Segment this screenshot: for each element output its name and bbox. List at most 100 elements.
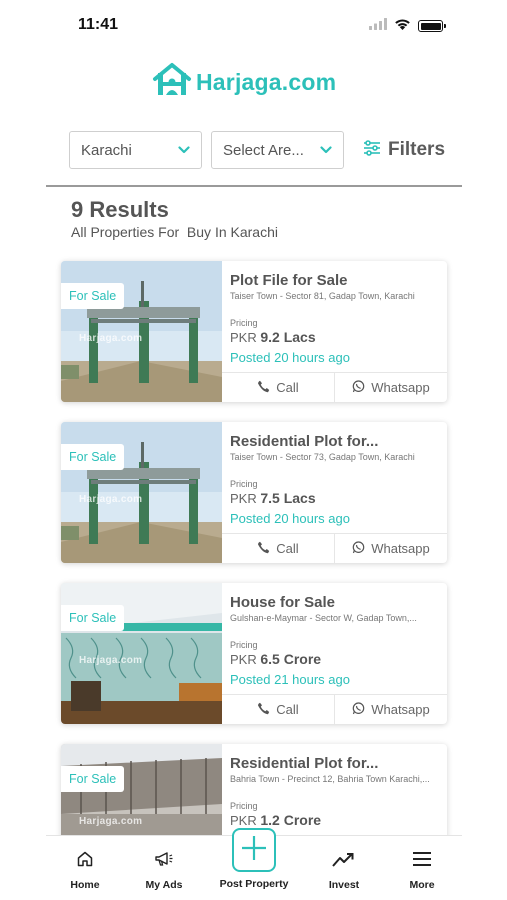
city-select[interactable]: Karachi bbox=[69, 131, 202, 169]
posted-time: Posted 20 hours ago bbox=[230, 511, 350, 526]
area-select[interactable]: Select Are... bbox=[211, 131, 344, 169]
phone-icon bbox=[257, 702, 270, 718]
listing-price: PKR 6.5 Crore bbox=[230, 651, 321, 667]
chevron-down-icon bbox=[320, 141, 332, 159]
trending-up-icon bbox=[332, 850, 356, 873]
for-sale-badge: For Sale bbox=[61, 766, 125, 792]
phone-icon bbox=[257, 541, 270, 557]
listing-image: For Sale Harjaga.com bbox=[61, 261, 222, 402]
call-button[interactable]: Call bbox=[222, 534, 334, 563]
price-currency: PKR bbox=[230, 330, 257, 345]
pricing-label: Pricing bbox=[230, 640, 258, 650]
listing-title: Residential Plot for... bbox=[230, 433, 379, 450]
tab-more[interactable]: More bbox=[387, 850, 457, 891]
house-logo-icon bbox=[152, 62, 192, 103]
whatsapp-button[interactable]: Whatsapp bbox=[334, 695, 447, 724]
call-button[interactable]: Call bbox=[222, 695, 334, 724]
logo-text: Harjaga.com bbox=[196, 69, 337, 95]
listing-location: Bahria Town - Precinct 12, Bahria Town K… bbox=[230, 774, 430, 784]
tab-invest-label: Invest bbox=[328, 879, 360, 891]
listing-location: Taiser Town - Sector 81, Gadap Town, Kar… bbox=[230, 291, 415, 301]
whatsapp-button[interactable]: Whatsapp bbox=[334, 373, 447, 402]
call-label: Call bbox=[276, 702, 299, 717]
pricing-label: Pricing bbox=[230, 479, 258, 489]
tab-more-label: More bbox=[409, 879, 435, 891]
chevron-down-icon bbox=[178, 141, 190, 159]
results-subtitle: All Properties For Buy In Karachi bbox=[71, 224, 278, 240]
image-watermark: Harjaga.com bbox=[79, 333, 143, 344]
wifi-icon bbox=[394, 17, 411, 35]
whatsapp-label: Whatsapp bbox=[371, 702, 430, 717]
status-time: 11:41 bbox=[78, 16, 119, 33]
listing-price: PKR 1.2 Crore bbox=[230, 812, 321, 828]
call-button[interactable]: Call bbox=[222, 373, 334, 402]
listing-card[interactable]: For Sale Harjaga.com Residential Plot fo… bbox=[61, 422, 447, 563]
status-icons bbox=[369, 17, 446, 35]
listing-actions: Call Whatsapp bbox=[222, 533, 447, 563]
pricing-label: Pricing bbox=[230, 801, 258, 811]
listing-actions: Call Whatsapp bbox=[222, 694, 447, 724]
filters-button[interactable]: Filters bbox=[363, 139, 445, 161]
tab-my-ads-label: My Ads bbox=[145, 879, 183, 891]
status-bar: 11:41 bbox=[0, 0, 507, 50]
home-icon bbox=[76, 850, 94, 873]
listing-card[interactable]: For Sale Harjaga.com Plot File for Sale … bbox=[61, 261, 447, 402]
megaphone-icon bbox=[154, 850, 174, 873]
battery-icon bbox=[418, 20, 446, 32]
whatsapp-icon bbox=[352, 379, 365, 396]
menu-icon bbox=[412, 850, 432, 873]
image-watermark: Harjaga.com bbox=[79, 494, 143, 505]
listing-image: For Sale Harjaga.com bbox=[61, 583, 222, 724]
listing-card[interactable]: For Sale Harjaga.com House for Sale Guls… bbox=[61, 583, 447, 724]
listing-title: Residential Plot for... bbox=[230, 755, 379, 772]
city-select-value: Karachi bbox=[81, 141, 132, 159]
price-amount: 1.2 Crore bbox=[260, 812, 322, 828]
price-currency: PKR bbox=[230, 491, 257, 506]
tab-home[interactable]: Home bbox=[50, 850, 120, 891]
listing-image: For Sale Harjaga.com bbox=[61, 422, 222, 563]
post-property-button[interactable] bbox=[232, 828, 276, 872]
whatsapp-label: Whatsapp bbox=[371, 380, 430, 395]
image-watermark: Harjaga.com bbox=[79, 655, 143, 666]
divider bbox=[46, 185, 462, 187]
posted-time: Posted 20 hours ago bbox=[230, 350, 350, 365]
app-logo: Harjaga.com bbox=[152, 62, 336, 103]
for-sale-badge: For Sale bbox=[61, 283, 125, 309]
listing-actions: Call Whatsapp bbox=[222, 372, 447, 402]
call-label: Call bbox=[276, 380, 299, 395]
results-count: 9 Results bbox=[71, 197, 169, 222]
listing-location: Gulshan-e-Maymar - Sector W, Gadap Town,… bbox=[230, 613, 417, 623]
listing-price: PKR 9.2 Lacs bbox=[230, 329, 316, 345]
phone-icon bbox=[257, 380, 270, 396]
price-amount: 9.2 Lacs bbox=[260, 329, 316, 345]
call-label: Call bbox=[276, 541, 299, 556]
listing-title: Plot File for Sale bbox=[230, 272, 348, 289]
listing-price: PKR 7.5 Lacs bbox=[230, 490, 316, 506]
for-sale-badge: For Sale bbox=[61, 605, 125, 631]
sliders-icon bbox=[363, 139, 381, 161]
image-watermark: Harjaga.com bbox=[79, 816, 143, 827]
listing-title: House for Sale bbox=[230, 594, 336, 611]
price-amount: 7.5 Lacs bbox=[260, 490, 316, 506]
posted-time: Posted 21 hours ago bbox=[230, 672, 350, 687]
whatsapp-label: Whatsapp bbox=[371, 541, 430, 556]
listing-location: Taiser Town - Sector 73, Gadap Town, Kar… bbox=[230, 452, 415, 462]
tab-my-ads[interactable]: My Ads bbox=[129, 850, 199, 891]
filter-row: Karachi Select Are... Filters bbox=[69, 131, 445, 169]
filters-label: Filters bbox=[388, 139, 446, 160]
for-sale-badge: For Sale bbox=[61, 444, 125, 470]
whatsapp-button[interactable]: Whatsapp bbox=[334, 534, 447, 563]
listing-list: For Sale Harjaga.com Plot File for Sale … bbox=[61, 261, 447, 900]
area-select-value: Select Are... bbox=[223, 141, 304, 159]
tab-invest[interactable]: Invest bbox=[309, 850, 379, 891]
pricing-label: Pricing bbox=[230, 318, 258, 328]
whatsapp-icon bbox=[352, 540, 365, 557]
price-currency: PKR bbox=[230, 813, 257, 828]
signal-icon bbox=[369, 17, 387, 35]
price-currency: PKR bbox=[230, 652, 257, 667]
post-property-label: Post Property bbox=[219, 878, 289, 890]
plus-icon bbox=[240, 834, 268, 867]
whatsapp-icon bbox=[352, 701, 365, 718]
tab-home-label: Home bbox=[70, 879, 100, 891]
price-amount: 6.5 Crore bbox=[260, 651, 322, 667]
